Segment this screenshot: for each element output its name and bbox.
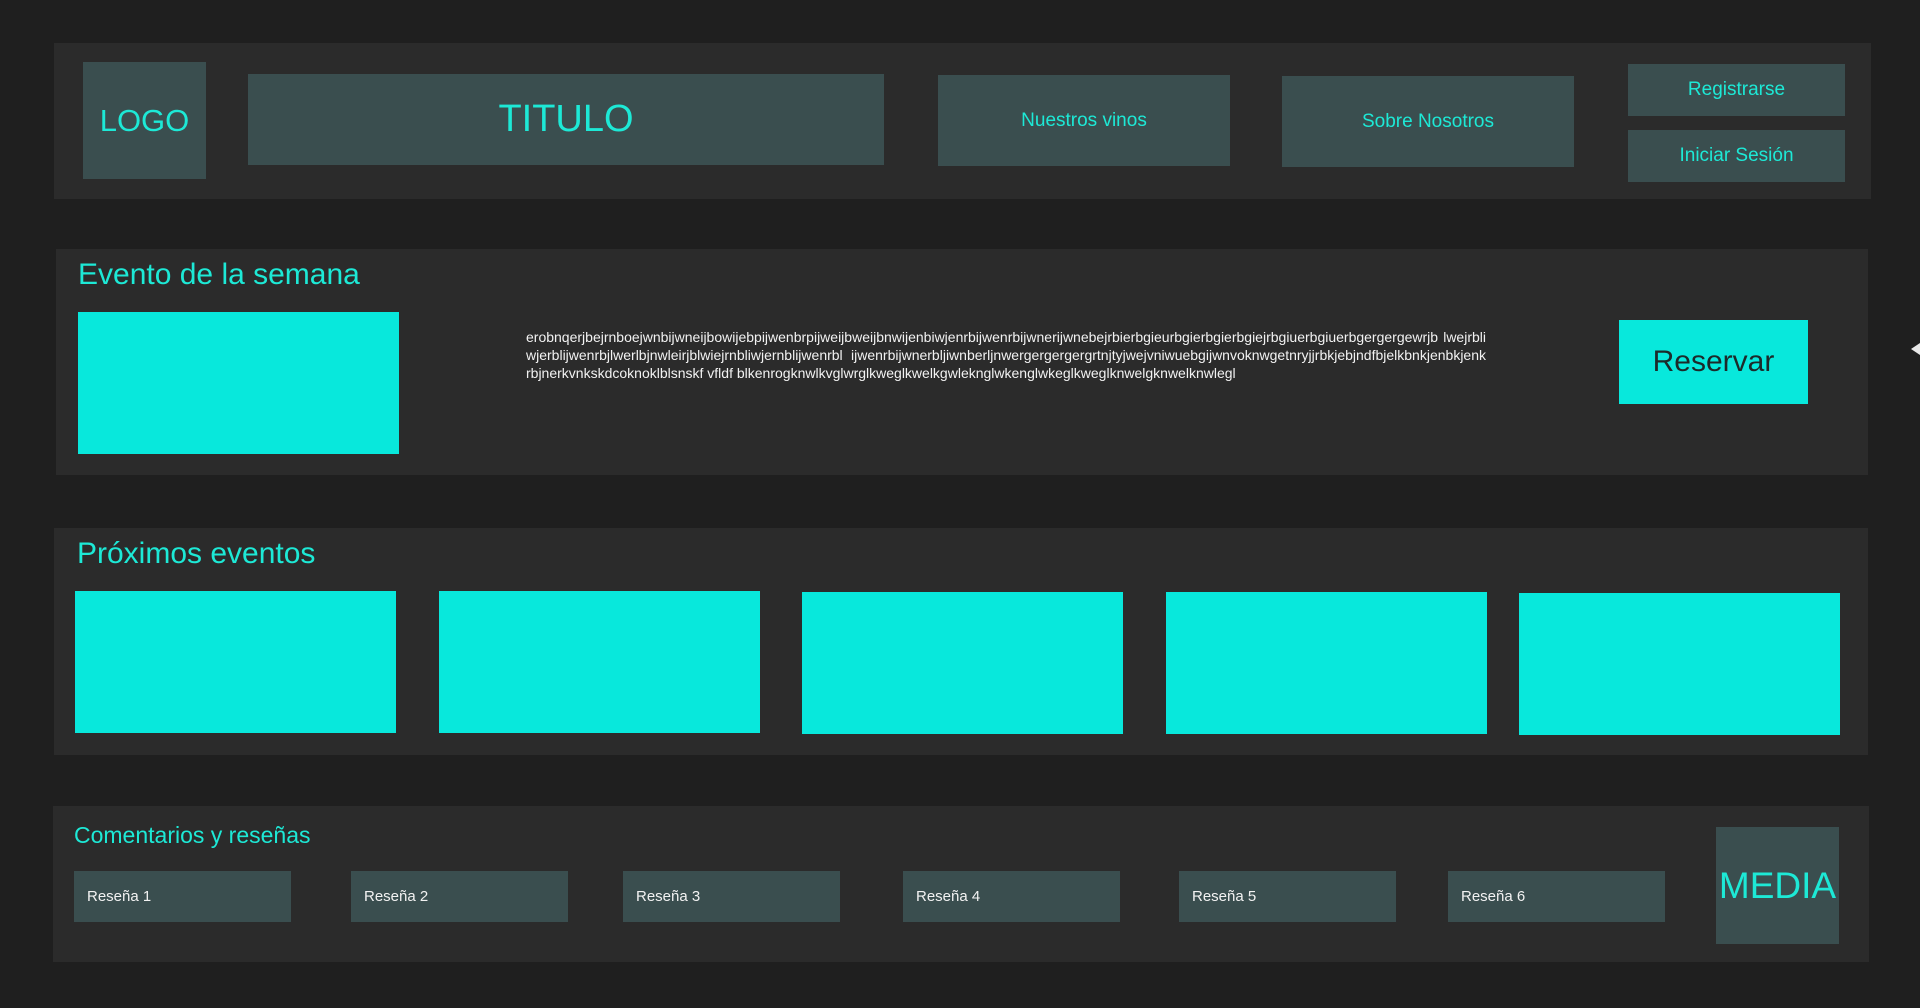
login-button[interactable]: Iniciar Sesión [1628, 130, 1845, 182]
upcoming-event-card-3[interactable] [802, 592, 1123, 734]
weekly-event-image[interactable] [78, 312, 399, 454]
reserve-button[interactable]: Reservar [1619, 320, 1808, 404]
upcoming-event-card-5[interactable] [1519, 593, 1840, 735]
review-item-1[interactable]: Reseña 1 [74, 871, 291, 922]
review-item-2[interactable]: Reseña 2 [351, 871, 568, 922]
review-item-4[interactable]: Reseña 4 [903, 871, 1120, 922]
site-title: TITULO [248, 74, 884, 165]
upcoming-event-card-2[interactable] [439, 591, 760, 733]
weekly-event-description: erobnqerjbejrnboejwnbijwneijbowijebpijwe… [526, 329, 1486, 381]
review-item-5[interactable]: Reseña 5 [1179, 871, 1396, 922]
review-item-3[interactable]: Reseña 3 [623, 871, 840, 922]
nav-sobre-nosotros-button[interactable]: Sobre Nosotros [1282, 76, 1574, 167]
upcoming-event-card-1[interactable] [75, 591, 396, 733]
reviews-title: Comentarios y reseñas [74, 822, 311, 848]
register-button[interactable]: Registrarse [1628, 64, 1845, 116]
media-block[interactable]: MEDIA [1716, 827, 1839, 944]
upcoming-event-card-4[interactable] [1166, 592, 1487, 734]
nav-nuestros-vinos-button[interactable]: Nuestros vinos [938, 75, 1230, 166]
upcoming-events-title: Próximos eventos [77, 537, 316, 570]
collapse-arrow-icon[interactable] [1911, 343, 1920, 355]
logo[interactable]: LOGO [83, 62, 206, 179]
weekly-event-title: Evento de la semana [78, 258, 360, 291]
review-item-6[interactable]: Reseña 6 [1448, 871, 1665, 922]
